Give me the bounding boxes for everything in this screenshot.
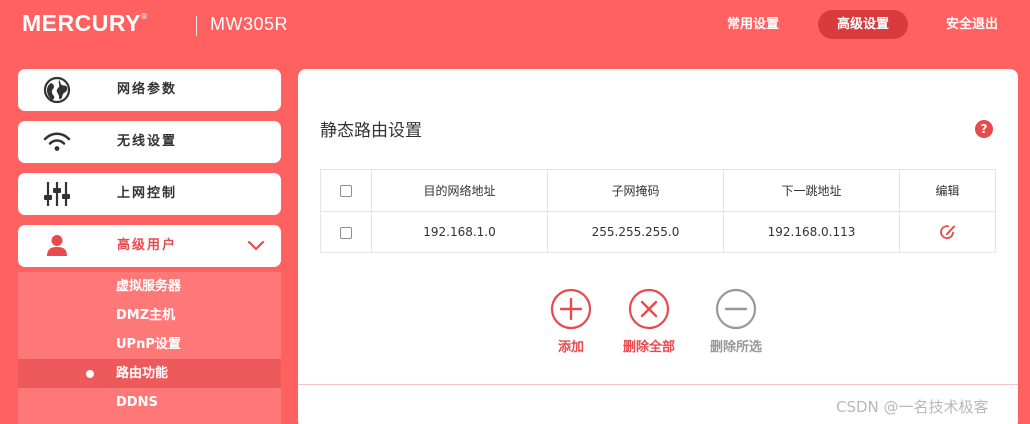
submenu-item-label: DMZ主机 [116, 308, 176, 323]
top-header: MERCURY® MW305R 常用设置 高级设置 安全退出 [0, 0, 1030, 50]
sidebar-item-label: 上网控制 [117, 186, 178, 201]
sidebar-item-wireless[interactable]: 无线设置 [18, 121, 281, 163]
sidebar-item-access-control[interactable]: 上网控制 [18, 173, 281, 215]
close-circle-icon [628, 288, 670, 330]
panel-divider [298, 384, 1018, 385]
submenu-item-label: UPnP设置 [116, 337, 181, 352]
sidebar-item-label: 无线设置 [117, 134, 178, 149]
brand-name: MERCURY [22, 10, 141, 36]
delete-all-button-label: 删除全部 [622, 340, 675, 355]
row-checkbox[interactable] [340, 226, 352, 239]
brand-divider [196, 16, 197, 36]
watermark: CSDN @一名技术极客 [836, 398, 989, 416]
registered-mark: ® [140, 12, 148, 21]
submenu-item-label: DDNS [116, 395, 158, 410]
minus-circle-icon [715, 288, 757, 330]
submenu-item-dmz[interactable]: DMZ主机 [18, 301, 281, 330]
current-indicator-dot [86, 370, 94, 378]
sliders-icon [44, 182, 70, 206]
sidebar-item-label: 网络参数 [117, 82, 178, 97]
router-model: MW305R [210, 14, 289, 34]
submenu-item-ddns[interactable]: DDNS [18, 388, 281, 417]
table-header-row: 目的网络地址 子网掩码 下一跳地址 编辑 [320, 169, 996, 212]
nav-logout[interactable]: 安全退出 [932, 10, 1012, 39]
nav-common-settings[interactable]: 常用设置 [712, 10, 794, 39]
brand-logo: MERCURY® [22, 10, 147, 37]
add-button-label: 添加 [557, 340, 584, 355]
add-button[interactable]: 添加 [531, 288, 611, 355]
submenu-item-upnp[interactable]: UPnP设置 [18, 330, 281, 359]
page-title: 静态路由设置 [320, 121, 422, 141]
table-row: 192.168.1.0 255.255.255.0 192.168.0.113 [320, 211, 996, 253]
column-header-edit: 编辑 [899, 169, 996, 212]
column-header-destination: 目的网络地址 [371, 169, 548, 212]
advanced-user-submenu: 虚拟服务器 DMZ主机 UPnP设置 路由功能 DDNS [18, 272, 281, 424]
globe-icon [43, 76, 71, 104]
cell-destination: 192.168.1.0 [371, 211, 548, 253]
submenu-item-routing[interactable]: 路由功能 [18, 359, 281, 388]
sidebar-item-advanced-user[interactable]: 高级用户 [18, 225, 281, 267]
delete-selected-button-label: 删除所选 [709, 340, 762, 355]
cell-edit [899, 211, 996, 253]
user-icon [47, 235, 67, 256]
select-all-checkbox[interactable] [340, 185, 352, 197]
sidebar-item-network[interactable]: 网络参数 [18, 69, 281, 111]
column-header-mask: 子网掩码 [547, 169, 724, 212]
plus-circle-icon [550, 288, 592, 330]
submenu-item-virtual-server[interactable]: 虚拟服务器 [18, 272, 281, 301]
static-route-table: 目的网络地址 子网掩码 下一跳地址 编辑 192.168.1.0 255.255… [320, 169, 996, 253]
submenu-item-label: 虚拟服务器 [116, 279, 182, 294]
cell-next-hop: 192.168.0.113 [723, 211, 900, 253]
help-icon[interactable]: ? [975, 120, 993, 138]
nav-advanced-settings[interactable]: 高级设置 [818, 10, 908, 39]
wifi-icon [43, 132, 71, 151]
delete-all-button[interactable]: 删除全部 [609, 288, 689, 355]
row-select-cell [320, 211, 372, 253]
sidebar-item-label: 高级用户 [117, 238, 178, 253]
chevron-down-icon[interactable] [247, 238, 265, 254]
edit-icon[interactable] [939, 223, 957, 241]
submenu-item-label: 路由功能 [116, 366, 169, 381]
cell-mask: 255.255.255.0 [547, 211, 724, 253]
delete-selected-button[interactable]: 删除所选 [696, 288, 776, 355]
select-all-cell [320, 169, 372, 212]
column-header-next-hop: 下一跳地址 [723, 169, 900, 212]
static-route-panel: 静态路由设置 ? 目的网络地址 子网掩码 下一跳地址 编辑 192.168.1.… [298, 69, 1018, 424]
